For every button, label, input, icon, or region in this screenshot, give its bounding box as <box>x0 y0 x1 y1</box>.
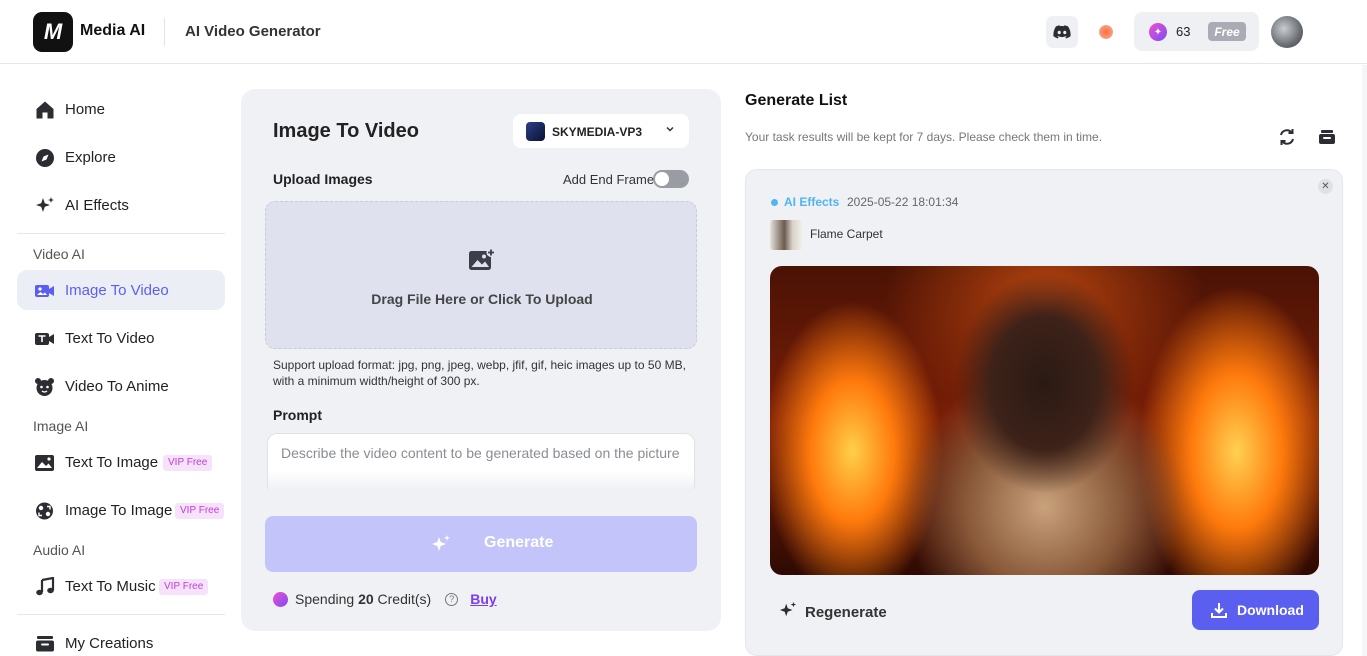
page-scrollbar[interactable] <box>1362 65 1367 656</box>
notification-dot-icon[interactable] <box>1099 25 1113 39</box>
sidebar-item-label: Text To Video <box>65 330 155 347</box>
add-end-frame-toggle[interactable] <box>653 170 689 188</box>
upload-support-text: Support upload format: jpg, png, jpeg, w… <box>273 358 686 388</box>
generate-button[interactable]: Generate <box>265 516 697 572</box>
prompt-fade <box>268 471 694 489</box>
page-title: AI Video Generator <box>185 23 321 40</box>
upload-images-label: Upload Images <box>273 171 373 187</box>
sidebar-item-label: My Creations <box>65 635 154 652</box>
dropzone-text: Drag File Here or Click To Upload <box>371 291 593 307</box>
sidebar-item-label: Video To Anime <box>65 378 169 395</box>
vip-free-badge: VIP Free <box>159 579 209 595</box>
result-video[interactable] <box>770 266 1319 575</box>
download-label: Download <box>1237 602 1304 618</box>
discord-icon <box>1053 25 1071 39</box>
image-to-video-panel: Image To Video SKYMEDIA-VP3 Upload Image… <box>241 89 721 631</box>
spending-row: Spending 20 Credit(s) ? Buy <box>273 589 497 609</box>
logo-icon[interactable]: M <box>33 12 73 52</box>
spend-suffix: Credit(s) <box>377 591 432 607</box>
sidebar-item-label: Image To Video <box>65 282 169 299</box>
sidebar-item-video-to-anime[interactable]: Video To Anime <box>17 366 225 406</box>
effect-name: Flame Carpet <box>810 227 883 241</box>
image-video-icon <box>34 280 55 301</box>
sidebar-item-label: Home <box>65 101 106 118</box>
avatar[interactable] <box>1271 16 1303 48</box>
generate-button-label: Generate <box>484 534 554 551</box>
sidebar-item-text-to-image[interactable]: Text To Image VIP Free <box>17 442 225 482</box>
sparkle-icon <box>431 534 451 559</box>
clear-list-icon[interactable] <box>1317 127 1337 147</box>
prompt-placeholder: Describe the video content to be generat… <box>281 445 680 461</box>
image-swap-icon <box>34 500 55 521</box>
prompt-input[interactable]: Describe the video content to be generat… <box>267 433 695 489</box>
sidebar-item-label: Text To Image <box>65 454 159 471</box>
section-title-video-ai: Video AI <box>33 246 85 262</box>
creations-box-icon <box>34 633 55 654</box>
sidebar-item-home[interactable]: Home <box>17 89 225 129</box>
vip-free-badge: VIP Free <box>163 455 213 471</box>
home-icon <box>34 99 55 120</box>
chevron-down-icon <box>665 124 675 137</box>
sidebar-divider <box>17 614 225 615</box>
credit-gem-icon <box>273 591 288 607</box>
sparkle-icon <box>779 601 797 624</box>
upload-dropzone[interactable]: Drag File Here or Click To Upload <box>265 201 697 349</box>
music-note-icon <box>34 576 55 597</box>
sparkle-icon <box>34 195 55 216</box>
source-thumbnail[interactable] <box>770 220 802 250</box>
result-card: ✕ AI Effects 2025-05-22 18:01:34 Flame C… <box>745 169 1343 656</box>
sidebar-item-text-to-video[interactable]: Text To Video <box>17 318 225 358</box>
generate-list-title: Generate List <box>745 92 848 109</box>
sidebar-item-ai-effects[interactable]: AI Effects <box>17 185 225 225</box>
sidebar-item-label: Explore <box>65 149 116 166</box>
add-end-frame-label: Add End Frame <box>563 172 655 187</box>
sidebar-item-image-to-image[interactable]: Image To Image VIP Free <box>17 490 225 530</box>
model-select-value: SKYMEDIA-VP3 <box>552 125 643 139</box>
spend-prefix: Spending <box>295 591 355 607</box>
sidebar-item-label: AI Effects <box>65 197 129 214</box>
prompt-label: Prompt <box>273 407 322 423</box>
help-icon[interactable]: ? <box>445 592 459 606</box>
sidebar: Home Explore AI Effects Video AI Image T… <box>0 65 240 656</box>
download-icon <box>1211 603 1227 618</box>
sidebar-item-explore[interactable]: Explore <box>17 137 225 177</box>
buy-link[interactable]: Buy <box>470 591 496 607</box>
section-title-audio-ai: Audio AI <box>33 542 86 558</box>
download-button[interactable]: Download <box>1192 590 1319 630</box>
credits-box[interactable]: ✦ 63 Free <box>1134 12 1259 51</box>
sidebar-item-text-to-music[interactable]: Text To Music VIP Free <box>17 566 225 606</box>
text-image-icon <box>34 452 55 473</box>
sidebar-item-my-creations[interactable]: My Creations <box>17 623 225 656</box>
spend-amount: 20 <box>358 591 374 607</box>
model-logo-icon <box>526 122 545 141</box>
model-select[interactable]: SKYMEDIA-VP3 <box>513 114 689 148</box>
regenerate-button[interactable]: Regenerate <box>779 601 887 624</box>
plan-badge: Free <box>1208 22 1246 41</box>
refresh-icon[interactable] <box>1277 127 1297 147</box>
sidebar-item-label: Image To Image <box>65 502 173 519</box>
result-timestamp: 2025-05-22 18:01:34 <box>847 195 959 209</box>
sidebar-item-label: Text To Music <box>65 578 156 595</box>
status-dot <box>771 199 778 206</box>
section-title-image-ai: Image AI <box>33 418 89 434</box>
sidebar-item-image-to-video[interactable]: Image To Video <box>17 270 225 310</box>
header-divider <box>164 18 165 46</box>
generate-list-subtitle: Your task results will be kept for 7 day… <box>745 130 1103 144</box>
effect-tag: AI Effects <box>784 195 840 209</box>
discord-button[interactable] <box>1046 16 1078 48</box>
text-video-icon <box>34 328 55 349</box>
regenerate-label: Regenerate <box>805 604 887 621</box>
add-image-icon <box>469 248 496 270</box>
vip-free-badge: VIP Free <box>175 503 225 519</box>
sidebar-divider <box>17 233 225 234</box>
anime-face-icon <box>34 376 55 397</box>
brand-name[interactable]: Media AI <box>80 22 145 40</box>
credit-gem-icon: ✦ <box>1149 23 1167 41</box>
top-header: M Media AI AI Video Generator ✦ 63 Free <box>0 0 1367 64</box>
close-icon[interactable]: ✕ <box>1318 179 1333 194</box>
compass-icon <box>34 147 55 168</box>
panel-title: Image To Video <box>273 120 419 142</box>
credit-count: 63 <box>1176 24 1191 39</box>
